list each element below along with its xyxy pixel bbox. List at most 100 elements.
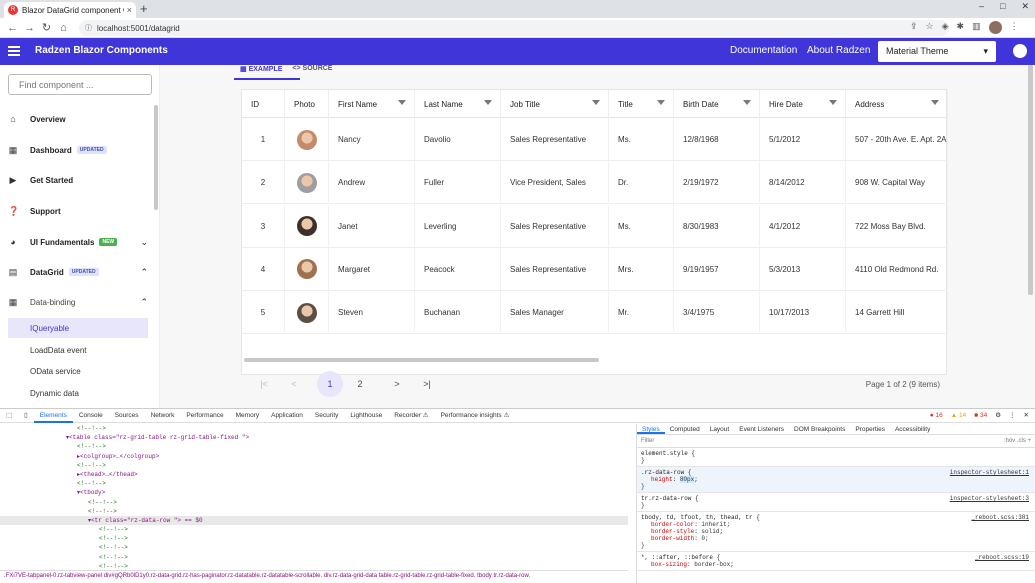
dom-node-line[interactable]: <!--!--> [0,424,628,433]
column-header-first-name[interactable]: First Name [329,90,415,118]
dom-node-line[interactable]: ▾<tbody> [0,488,628,497]
filter-icon[interactable] [657,100,665,105]
devtools-tab-performance-insights[interactable]: Performance insights ⚠ [435,409,516,423]
nav-documentation-link[interactable]: Documentation [730,45,797,56]
last-page-button[interactable]: >| [414,371,440,397]
css-property[interactable]: box-sizing: border-box; [641,561,1031,568]
styles-tab-accessibility[interactable]: Accessibility [890,424,935,434]
column-header-id[interactable]: ID [242,90,285,118]
dom-node-line[interactable]: <!--!--> [0,498,628,507]
table-row[interactable]: 5 Steven Buchanan Sales Manager Mr. 3/4/1975 1… [242,291,948,335]
filter-tools[interactable]: :hov .cls + [1004,438,1031,444]
filter-icon[interactable] [931,100,939,105]
inspect-icon[interactable]: ⬚ [0,409,18,423]
back-icon[interactable]: ← [4,22,21,34]
devtools-tab-memory[interactable]: Memory [230,409,265,423]
devtools-tab-security[interactable]: Security [309,409,344,423]
dom-node-line[interactable]: ▾<tr class="rz-data-row "> == $0 [0,515,628,526]
next-page-button[interactable]: > [384,371,410,397]
dom-node-line[interactable]: ▸<thead>…</thead> [0,470,628,479]
page-2-button[interactable]: 2 [347,371,373,397]
sidebar-subitem-dynamic[interactable]: Dynamic data [8,383,148,403]
warning-count[interactable]: ▲ 14 [951,412,966,419]
filter-icon[interactable] [743,100,751,105]
issues-count[interactable]: ■ 34 [974,412,987,419]
dom-breadcrumbs[interactable]: .FXi7VE-tabpanel-0.rz-tabview-panel div#… [0,570,628,582]
styles-filter[interactable]: Filter :hov .cls + [637,435,1035,448]
bookmark-star-icon[interactable]: ☆ [926,21,934,34]
styles-tab-properties[interactable]: Properties [850,424,890,434]
tab-example[interactable]: ▦ EXAMPLE [240,65,282,73]
css-property[interactable]: border-color: inherit; [641,521,1031,528]
css-property[interactable]: border-width: 0; [641,535,1031,542]
styles-tab-event-listeners[interactable]: Event Listeners [734,424,789,434]
dom-node-line[interactable]: <!--!--> [0,479,628,488]
minimize-icon[interactable]: – [979,1,984,12]
settings-gear-icon[interactable]: ⚙ [995,411,1001,419]
css-source-link[interactable]: _reboot.scss:381 [971,514,1029,521]
table-row[interactable]: 2 Andrew Fuller Vice President, Sales Dr. 2/1… [242,161,948,205]
sidebar-item-data-binding[interactable]: ▦ Data-binding ⌃ [8,292,148,312]
sidebar-item-support[interactable]: ❓ Support [8,201,148,221]
sidebar-subitem-loaddata[interactable]: LoadData event [8,340,148,360]
filter-icon[interactable] [829,100,837,105]
column-header-title[interactable]: Title [609,90,674,118]
tab-source[interactable]: <> SOURCE [292,65,332,73]
address-bar[interactable]: ⓘ localhost:5001/datagrid [79,20,949,36]
css-source-link[interactable]: inspector-stylesheet:3 [950,495,1029,502]
home-nav-icon[interactable]: ⌂ [55,22,72,34]
sidebar-scrollbar[interactable] [154,105,158,210]
styles-tab-dom-breakpoints[interactable]: DOM Breakpoints [789,424,850,434]
devtools-tab-elements[interactable]: Elements [33,409,73,423]
dom-node-line[interactable]: <!--!--> [0,525,628,534]
dom-node-line[interactable]: ▸<colgroup>…</colgroup> [0,452,628,461]
theme-select[interactable]: Material Theme ▾ [878,41,996,62]
css-source-link[interactable]: inspector-stylesheet:1 [950,469,1029,476]
maximize-icon[interactable]: □ [1000,1,1005,12]
css-source-link[interactable]: _reboot.scss:19 [975,554,1029,561]
table-row[interactable]: 3 Janet Leverling Sales Representative Ms. 8/… [242,204,948,248]
sidebar-item-dashboard[interactable]: ▦ Dashboard UPDATED [8,140,148,160]
info-icon[interactable]: ⓘ [85,23,92,33]
devtools-tab-sources[interactable]: Sources [109,409,145,423]
devtools-tab-network[interactable]: Network [145,409,181,423]
dom-node-line[interactable]: <!--!--> [0,553,628,562]
first-page-button[interactable]: |< [251,371,277,397]
devtools-close-icon[interactable]: ✕ [1024,411,1029,419]
horizontal-scrollbar[interactable] [244,358,599,362]
prev-page-button[interactable]: < [281,371,307,397]
css-rule[interactable]: tbody, td, tfoot, th, thead, tr {border-… [637,512,1035,552]
shield-icon[interactable]: ◈ [942,21,949,34]
sidebar-subitem-odata[interactable]: OData service [8,361,148,381]
sidebar-item-ui-fundamentals[interactable]: ◕ UI Fundamentals NEW ⌄ [8,232,148,252]
page-1-button[interactable]: 1 [317,371,343,397]
filter-icon[interactable] [484,100,492,105]
dom-node-line[interactable]: <!--!--> [0,442,628,451]
devtools-tab-recorder[interactable]: Recorder ⚠ [388,409,434,423]
dom-node-line[interactable]: <!--!--> [0,461,628,470]
styles-tab-computed[interactable]: Computed [665,424,705,434]
menu-kebab-icon[interactable]: ⋮ [1010,21,1019,34]
search-input[interactable]: Find component ... [8,74,152,95]
filter-input[interactable]: Filter [641,438,654,444]
page-scrollbar[interactable] [1028,65,1033,295]
extension-icon[interactable]: ✱ [957,21,965,34]
sidebar-subitem-iqueryable[interactable]: IQueryable [8,318,148,338]
github-icon[interactable] [1013,44,1027,58]
styles-tab-styles[interactable]: Styles [637,424,665,434]
column-header-last-name[interactable]: Last Name [415,90,501,118]
reload-icon[interactable]: ↻ [38,21,55,34]
devtools-tab-performance[interactable]: Performance [180,409,229,423]
sidebar-item-get-started[interactable]: ▶ Get Started [8,170,148,190]
table-row[interactable]: 4 Margaret Peacock Sales Representative Mrs.… [242,247,948,291]
hamburger-menu-icon[interactable] [8,46,20,56]
css-property[interactable]: height: 80px; [641,476,1031,483]
css-property[interactable]: border-style: solid; [641,528,1031,535]
filter-icon[interactable] [398,100,406,105]
column-header-hire-date[interactable]: Hire Date [760,90,846,118]
dom-node-line[interactable]: ▾<table class="rz-grid-table rz-grid-tab… [0,433,628,442]
nav-about-link[interactable]: About Radzen [807,45,870,56]
css-rule[interactable]: tr.rz-data-row {} inspector-stylesheet:3 [637,493,1035,512]
devtools-menu-icon[interactable]: ⋮ [1009,411,1016,419]
css-rule[interactable]: *, ::after, ::before {box-sizing: border… [637,552,1035,571]
